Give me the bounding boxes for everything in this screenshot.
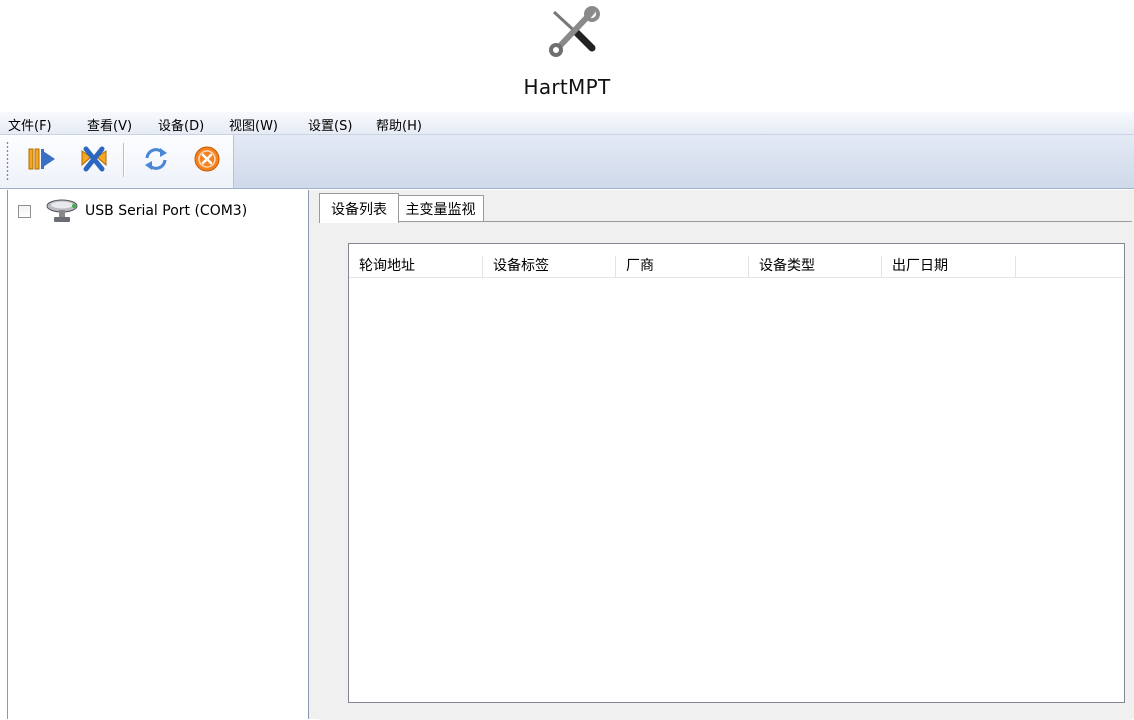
toolbar-button-strip bbox=[0, 135, 234, 188]
app-title: HartMPT bbox=[523, 75, 611, 99]
column-device-tag[interactable]: 设备标签 bbox=[483, 256, 616, 277]
tab-panel-device-list: 轮询地址 设备标签 厂商 设备类型 出厂日期 bbox=[319, 221, 1132, 720]
column-poll-address[interactable]: 轮询地址 bbox=[349, 256, 483, 277]
menu-window[interactable]: 视图(W) bbox=[229, 115, 278, 134]
port-tree-pane: USB Serial Port (COM3) bbox=[7, 190, 308, 719]
serial-port-icon bbox=[46, 199, 78, 222]
connect-icon[interactable] bbox=[25, 143, 57, 175]
menu-bar: 文件(F) 查看(V) 设备(D) 视图(W) 设置(S) 帮助(H) bbox=[0, 112, 1134, 135]
title-area: HartMPT bbox=[0, 0, 1134, 112]
menu-help[interactable]: 帮助(H) bbox=[376, 115, 422, 134]
menu-device[interactable]: 设备(D) bbox=[158, 115, 204, 134]
column-manufacturer[interactable]: 厂商 bbox=[616, 256, 749, 277]
menu-settings[interactable]: 设置(S) bbox=[308, 115, 352, 134]
tools-icon bbox=[549, 6, 600, 57]
disconnect-icon[interactable] bbox=[78, 143, 110, 175]
column-manufacture-date[interactable]: 出厂日期 bbox=[882, 256, 1016, 277]
device-list-header: 轮询地址 设备标签 厂商 设备类型 出厂日期 bbox=[349, 256, 1124, 278]
refresh-icon[interactable] bbox=[140, 143, 172, 175]
toolbar-grip[interactable] bbox=[6, 141, 9, 181]
toolbar-separator bbox=[123, 143, 125, 177]
tab-pv-monitor[interactable]: 主变量监视 bbox=[397, 195, 484, 222]
toolbar bbox=[0, 135, 1134, 189]
tree-item-label: USB Serial Port (COM3) bbox=[85, 203, 248, 219]
stop-icon[interactable] bbox=[191, 143, 223, 175]
tree-item-com3[interactable]: USB Serial Port (COM3) bbox=[18, 199, 247, 223]
menu-file[interactable]: 文件(F) bbox=[8, 115, 52, 134]
menu-view[interactable]: 查看(V) bbox=[87, 115, 132, 134]
device-list-view[interactable]: 轮询地址 设备标签 厂商 设备类型 出厂日期 bbox=[348, 243, 1125, 703]
device-pane: 设备列表 主变量监视 轮询地址 设备标签 厂商 设备类型 出厂日期 bbox=[315, 190, 1134, 720]
column-device-type[interactable]: 设备类型 bbox=[749, 256, 882, 277]
tree-item-checkbox[interactable] bbox=[18, 204, 31, 218]
tab-device-list[interactable]: 设备列表 bbox=[319, 193, 399, 223]
